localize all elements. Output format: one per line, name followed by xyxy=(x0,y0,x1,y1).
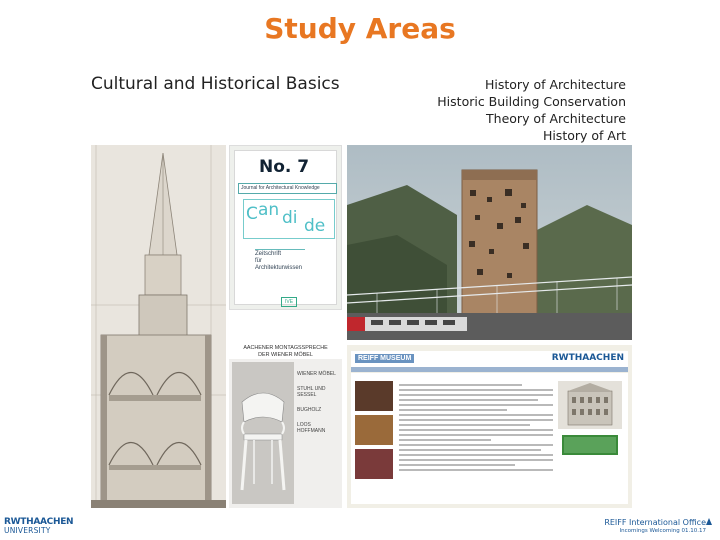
poster-header: AACHENER MONTAGSSPRECHE DER WIENER MÖBEL xyxy=(229,345,342,359)
journal-badge: IVE xyxy=(281,297,297,307)
museum-website-screenshot: REIFF MUSEUM RWTHAACHEN xyxy=(347,345,632,508)
slide-subtitle: Cultural and Historical Basics xyxy=(91,74,340,94)
topic-item: Theory of Architecture xyxy=(486,111,626,126)
poster-entries: WIENER MÖBEL STUHL UND SESSEL BUGHOLZ LO… xyxy=(297,371,336,434)
tower-building-photo xyxy=(347,145,632,340)
journal-tagline: Zeitschrift für Architekturwissen xyxy=(255,251,303,271)
website-nav-bar xyxy=(351,367,628,372)
website-text-block xyxy=(399,381,553,489)
reiff-museum-logo: REIFF MUSEUM xyxy=(355,354,415,363)
journal-name: C an di de xyxy=(243,199,335,239)
exhibition-poster: AACHENER MONTAGSSPRECHE DER WIENER MÖBEL… xyxy=(229,345,342,508)
slide-title: Study Areas xyxy=(264,12,456,45)
journal-cover: No. 7 Journal for Architectural Knowledg… xyxy=(229,145,342,310)
website-thumbnails xyxy=(355,381,393,483)
website-sign-image xyxy=(562,435,618,455)
topic-item: History of Art xyxy=(542,128,626,143)
website-building-image xyxy=(558,381,622,429)
triangle-icon xyxy=(706,518,712,525)
international-office-label: REIFF International Office Incomings Wel… xyxy=(604,518,706,534)
journal-number: No. 7 xyxy=(259,157,310,177)
topic-item: History of Architecture xyxy=(485,77,626,92)
rwth-logo-small: RWTHAACHEN xyxy=(551,353,624,363)
rwth-university-logo: RWTHAACHEN UNIVERSITY xyxy=(4,517,74,535)
journal-subtitle: Journal for Architectural Knowledge xyxy=(238,183,337,194)
topic-item: Historic Building Conservation xyxy=(437,94,626,109)
topic-list: History of Architecture Historic Buildin… xyxy=(437,76,626,144)
architectural-section-drawing xyxy=(91,145,226,508)
chair-photo xyxy=(232,362,294,504)
